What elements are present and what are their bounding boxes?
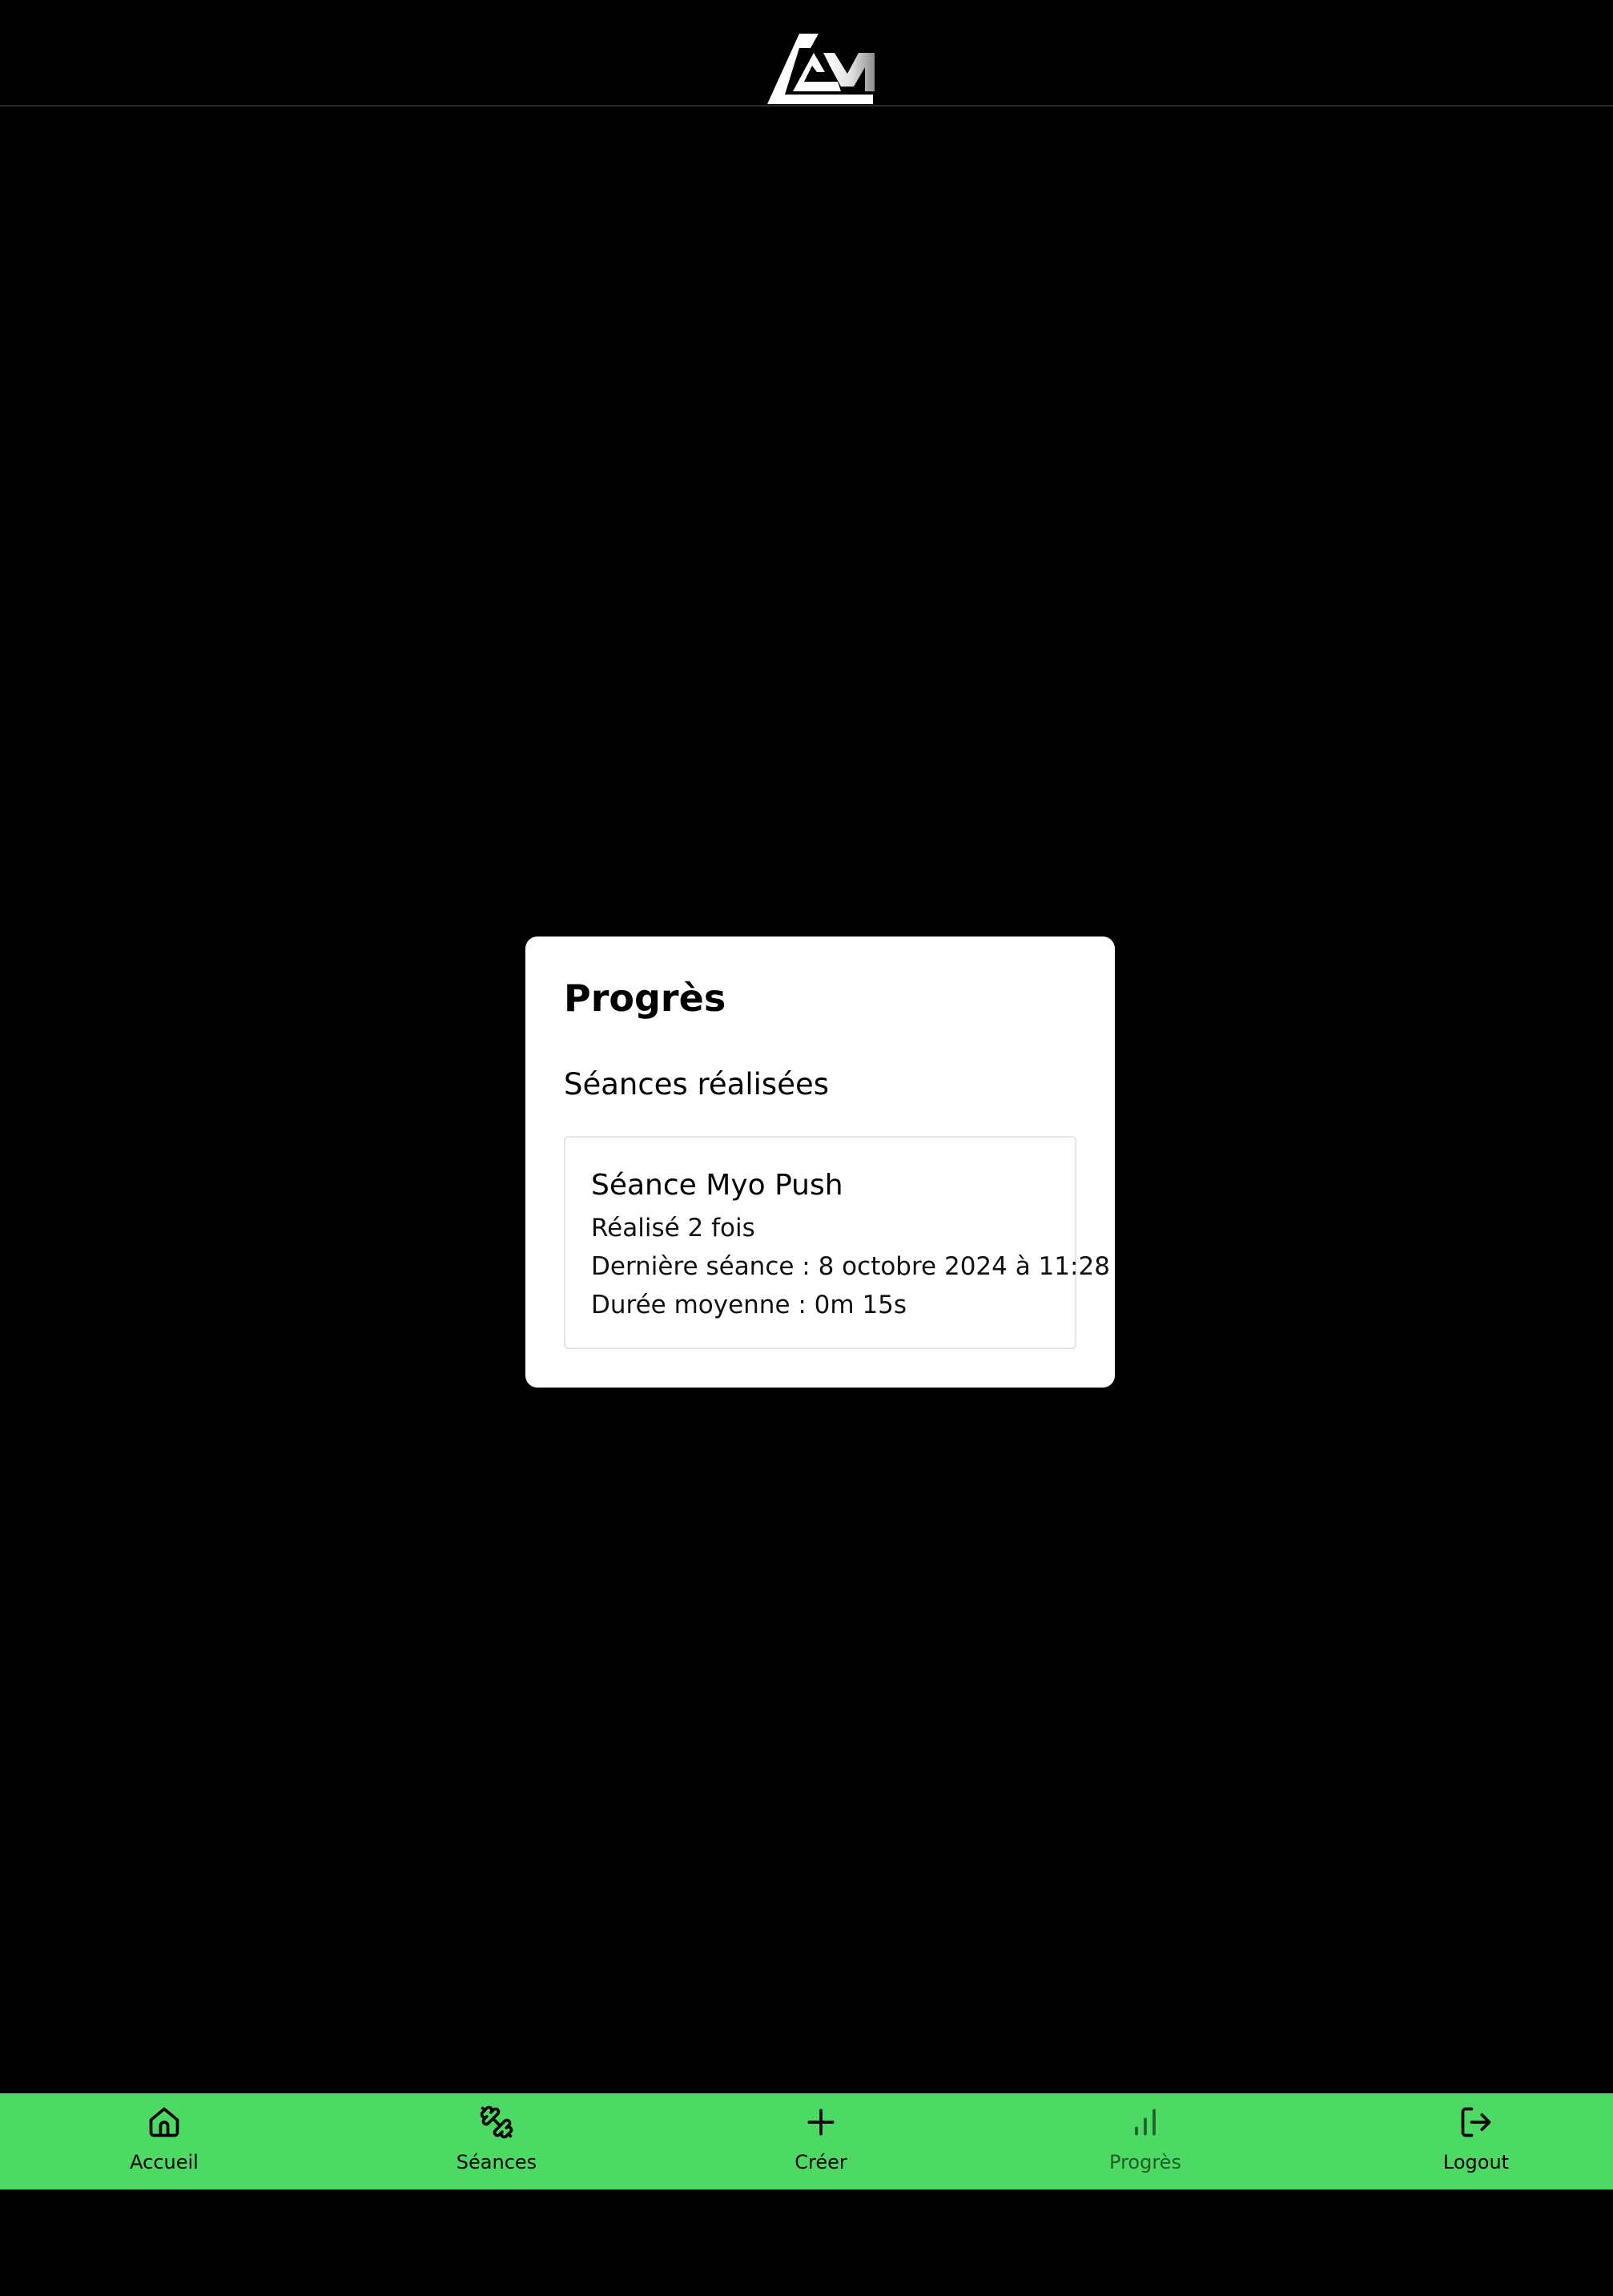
dumbbell-icon bbox=[480, 2105, 513, 2139]
nav-item-seances[interactable]: Séances bbox=[400, 2093, 593, 2189]
nav-item-creer[interactable]: Créer bbox=[725, 2093, 917, 2189]
session-times-done: Réalisé 2 fois bbox=[591, 1214, 755, 1243]
nav-item-progres[interactable]: Progrès bbox=[1049, 2093, 1241, 2189]
app-page: Progrès Séances réalisées Séance Myo Pus… bbox=[0, 0, 1613, 2296]
session-name: Séance Myo Push bbox=[591, 1169, 843, 1202]
nav-label-seances: Séances bbox=[456, 2151, 537, 2173]
section-title: Séances réalisées bbox=[564, 1067, 829, 1102]
nav-label-logout: Logout bbox=[1442, 2151, 1510, 2173]
session-summary-card[interactable]: Séance Myo Push Réalisé 2 fois Dernière … bbox=[564, 1136, 1110, 1349]
top-header bbox=[0, 0, 1613, 107]
nav-label-creer: Créer bbox=[794, 2151, 847, 2173]
brand-logo-icon[interactable] bbox=[761, 29, 879, 109]
home-icon bbox=[149, 2107, 179, 2137]
logout-icon bbox=[1461, 2107, 1491, 2137]
progress-card: Progrès Séances réalisées Séance Myo Pus… bbox=[525, 937, 1115, 1388]
nav-label-progres: Progrès bbox=[1109, 2151, 1181, 2173]
bottom-navigation: Accueil Séances Créer Progrès Logout bbox=[0, 2093, 1613, 2189]
nav-item-logout[interactable]: Logout bbox=[1380, 2093, 1572, 2189]
bar-chart-icon bbox=[1135, 2109, 1156, 2136]
nav-item-accueil[interactable]: Accueil bbox=[68, 2093, 260, 2189]
page-title: Progrès bbox=[564, 977, 726, 1020]
plus-icon bbox=[807, 2109, 835, 2136]
session-last-date: Dernière séance : 8 octobre 2024 à 11:28 bbox=[591, 1252, 1110, 1281]
session-average-duration: Durée moyenne : 0m 15s bbox=[591, 1291, 907, 1319]
nav-label-accueil: Accueil bbox=[130, 2151, 199, 2173]
